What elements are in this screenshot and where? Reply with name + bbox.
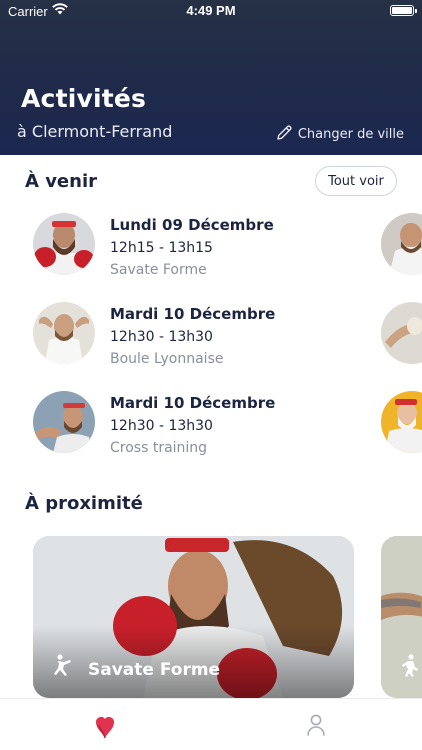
event-activity: Boule Lyonnaise (110, 351, 224, 367)
event-avatar (33, 391, 95, 453)
running-person-icon (399, 653, 421, 681)
tab-bar (0, 698, 422, 750)
page-title: Activités (21, 84, 147, 113)
event-row[interactable]: Lundi 09 Décembre 12h15 - 13h15 Savate F… (33, 213, 413, 278)
tab-profile[interactable] (306, 713, 326, 741)
see-all-button[interactable]: Tout voir (315, 166, 397, 196)
profile-icon (306, 714, 326, 741)
event-time: 12h30 - 13h30 (110, 329, 213, 345)
event-activity: Cross training (110, 440, 208, 456)
event-time: 12h30 - 13h30 (110, 418, 213, 434)
nearby-section-title: À proximité (25, 493, 143, 514)
change-city-label: Changer de ville (297, 127, 404, 142)
activity-card[interactable]: Savate Forme (33, 536, 354, 698)
city-label: à Clermont-Ferrand (17, 122, 173, 141)
header: Carrier 4:49 PM Activités à Clermont-Fer… (0, 0, 422, 155)
event-activity: Savate Forme (110, 262, 207, 278)
tab-activities[interactable] (94, 713, 116, 743)
heart-location-icon (94, 717, 116, 743)
event-date: Mardi 10 Décembre (110, 394, 276, 412)
battery-icon (390, 5, 417, 16)
event-date: Mardi 10 Décembre (110, 305, 276, 323)
status-time: 4:49 PM (186, 3, 236, 18)
activity-card-title: Savate Forme (88, 660, 221, 680)
event-time: 12h15 - 13h15 (110, 240, 213, 256)
boxing-person-icon (51, 653, 75, 681)
activity-card-next[interactable] (381, 536, 422, 698)
upcoming-section-title: À venir (25, 171, 97, 192)
event-avatar (33, 302, 95, 364)
event-row[interactable]: Mardi 10 Décembre 12h30 - 13h30 Boule Ly… (33, 302, 413, 367)
event-row[interactable]: Mardi 10 Décembre 12h30 - 13h30 Cross tr… (33, 391, 413, 456)
status-bar: Carrier 4:49 PM (0, 0, 422, 22)
event-avatar (33, 213, 95, 275)
change-city-button[interactable]: Changer de ville (276, 124, 404, 145)
event-date: Lundi 09 Décembre (110, 216, 274, 234)
pencil-icon (276, 124, 293, 145)
